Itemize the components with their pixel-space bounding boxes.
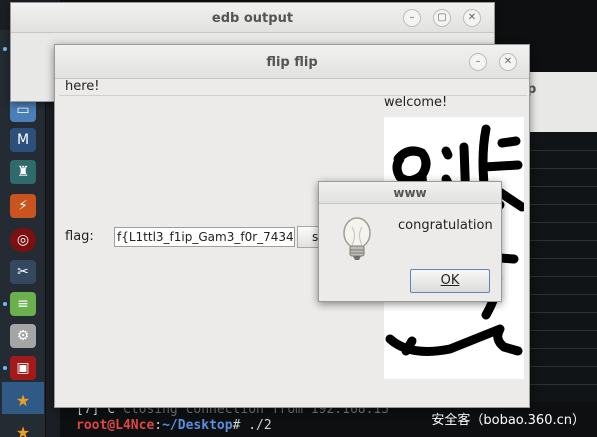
star-icon-2[interactable]: ★ [10,420,36,437]
terminal-row [526,204,597,205]
watermark: 安全客（bobao.360.cn） [431,413,585,428]
dialog-titlebar[interactable]: www [319,182,501,204]
terminal-line-2: root@L4Nce:~/Desktop# ./2 [76,418,272,433]
notes-icon[interactable]: ≡ [10,292,36,316]
terminal-row [526,294,597,295]
terminal-prompt-user: root@L4Nce [76,418,155,433]
flag-input[interactable]: f{L1ttl3_f1ip_Gam3_f0r_7434 [114,227,295,247]
flip-title: flip flip [266,55,318,70]
close-icon[interactable]: ✕ [463,9,481,27]
drawing-stroke [441,146,453,188]
close-icon[interactable]: ✕ [499,53,517,71]
terminal-command: # ./2 [232,418,272,433]
lightbulb-icon [337,215,377,268]
terminal-row [526,258,597,259]
terminal-row [526,384,597,385]
minimize-icon[interactable]: – [403,9,421,27]
background-window-titlebar[interactable]: p [520,72,597,132]
terminal-row [526,312,597,313]
flag-label: flag: [65,229,94,244]
background-window-body [520,132,597,402]
dialog-message: congratulation [398,218,493,233]
target-icon[interactable]: ◎ [10,228,36,252]
burpsuite-icon[interactable]: ⚡ [10,194,36,218]
terminal-row [526,222,597,223]
flip-titlebar[interactable]: flip flip – ✕ [55,45,529,79]
terminal-row [526,168,597,169]
terminal-row [526,186,597,187]
here-menu[interactable]: here! [65,79,100,94]
dock-running-indicator [3,47,7,51]
armitage-icon[interactable]: ♜ [10,160,36,184]
terminal-row [526,330,597,331]
edb-titlebar[interactable]: edb output – ▢ ✕ [11,3,494,33]
terminal-row [526,240,597,241]
metasploit-icon[interactable]: M [10,128,36,152]
app-icon[interactable]: ▣ [10,356,36,380]
terminal-prompt-path: ~/Desktop [162,418,233,433]
terminal-row [526,276,597,277]
terminal-row [526,348,597,349]
dock-running-indicator [3,366,7,370]
minimize-icon[interactable]: – [469,53,487,71]
star-icon[interactable]: ★ [10,388,36,412]
terminal-row [526,366,597,367]
edb-title: edb output [211,11,294,26]
settings-icon[interactable]: ⚙ [10,324,36,348]
terminal-row [526,150,597,151]
menu-divider [59,95,527,96]
drawing-stroke [401,336,417,356]
maximize-icon[interactable]: ▢ [433,9,451,27]
tools-icon[interactable]: ✂ [10,260,36,284]
dock-running-indicator [3,302,7,306]
dialog-title: www [393,186,427,200]
ok-button[interactable]: OK [410,269,490,293]
terminal-prompt-sep: : [154,418,163,433]
welcome-label: welcome! [384,95,448,110]
ok-button-label: OK [440,273,460,288]
congratulation-dialog: www congratulation OK [318,181,502,302]
